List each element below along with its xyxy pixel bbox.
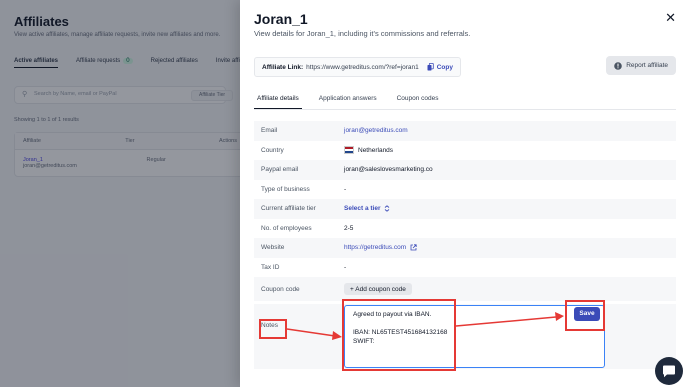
detail-label: No. of employees [261, 224, 312, 232]
detail-row-tier: Current affiliate tier Select a tier [254, 199, 676, 219]
email-value[interactable]: joran@getreditus.com [344, 127, 408, 134]
report-icon [614, 61, 623, 70]
copy-icon [427, 63, 434, 71]
copy-button[interactable]: Copy [427, 63, 453, 71]
annotation-save-button-box [565, 300, 605, 331]
detail-label: Paypal email [261, 166, 299, 174]
taxid-value: - [344, 263, 347, 271]
detail-row-business: Type of business - [254, 180, 676, 200]
detail-row-country: Country Netherlands [254, 141, 676, 161]
detail-row-taxid: Tax ID - [254, 258, 676, 278]
drawer-description: View details for Joran_1, including it's… [254, 29, 471, 38]
business-value: - [344, 185, 347, 193]
detail-row-employees: No. of employees 2-5 [254, 219, 676, 239]
tier-select[interactable]: Select a tier [344, 205, 390, 212]
detail-row-paypal: Paypal email joran@saleslovesmarketing.c… [254, 160, 676, 180]
external-link-icon [410, 244, 417, 251]
details-list: Email joran@getreditus.com Country Nethe… [254, 121, 676, 301]
copy-label: Copy [436, 63, 453, 71]
report-affiliate-button[interactable]: Report affiliate [606, 56, 676, 75]
country-value-container: Netherlands [344, 146, 394, 155]
detail-row-notes: Notes Agreed to payout via IBAN. IBAN: N… [254, 304, 676, 369]
detail-label: Type of business [261, 185, 310, 193]
affiliate-drawer: Joran_1 ✕ View details for Joran_1, incl… [240, 0, 688, 387]
tab-application-answers[interactable]: Application answers [316, 93, 380, 109]
affiliate-link-box: Affiliate Link: https://www.getreditus.c… [254, 57, 461, 77]
detail-label: Country [261, 146, 284, 154]
chat-icon [663, 365, 675, 377]
detail-label: Email [261, 127, 278, 135]
detail-label: Website [261, 244, 285, 252]
chevron-updown-icon [384, 205, 389, 213]
detail-label: Coupon code [261, 285, 300, 293]
affiliate-link-label: Affiliate Link: [262, 63, 304, 71]
detail-label: Current affiliate tier [261, 205, 316, 213]
detail-row-email: Email joran@getreditus.com [254, 121, 676, 141]
employees-value: 2-5 [344, 224, 354, 232]
tier-select-label: Select a tier [344, 205, 381, 213]
website-link[interactable]: https://getreditus.com [344, 244, 417, 251]
drawer-title: Joran_1 [254, 11, 308, 27]
detail-row-coupon: Coupon code + Add coupon code [254, 277, 676, 301]
tab-coupon-codes[interactable]: Coupon codes [394, 93, 442, 109]
country-value: Netherlands [358, 146, 394, 154]
website-value: https://getreditus.com [344, 244, 407, 252]
paypal-value: joran@saleslovesmarketing.co [344, 166, 433, 174]
affiliate-link-url: https://www.getreditus.com/?ref=joran1 [306, 63, 419, 71]
detail-label: Tax ID [261, 263, 280, 271]
report-label: Report affiliate [626, 62, 668, 69]
close-icon[interactable]: ✕ [665, 11, 676, 25]
netherlands-flag-icon [344, 146, 354, 155]
drawer-tabs: Affiliate details Application answers Co… [254, 93, 676, 110]
chat-button[interactable] [655, 357, 683, 385]
detail-row-website: Website https://getreditus.com [254, 238, 676, 258]
annotation-notes-content-box [342, 299, 456, 371]
tab-affiliate-details[interactable]: Affiliate details [254, 93, 302, 109]
annotation-notes-label-box [259, 319, 287, 339]
add-coupon-button[interactable]: + Add coupon code [344, 283, 412, 295]
